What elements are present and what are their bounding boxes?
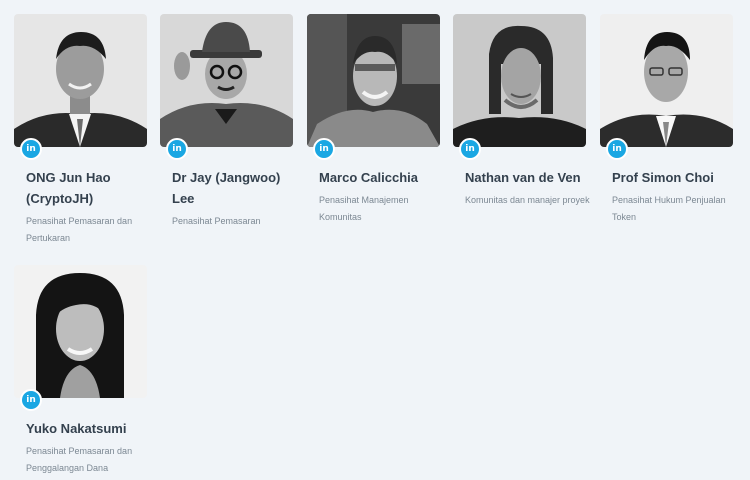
linkedin-icon[interactable]: in [459,138,481,160]
team-card-marco-calicchia: in Marco Calicchia Penasihat Manajemen K… [307,14,441,226]
avatar-photo: in [160,14,293,160]
member-name: Nathan van de Ven [465,170,581,185]
avatar-photo: in [307,14,440,160]
member-name: Prof Simon Choi [612,170,714,185]
avatar-photo: in [600,14,733,160]
linkedin-icon[interactable]: in [20,138,42,160]
member-role: Penasihat Hukum Penjualan Token [612,195,726,222]
team-card-ong-jun-hao: in ONG Jun Hao (CryptoJH) Penasihat Pema… [14,14,148,247]
linkedin-icon[interactable]: in [166,138,188,160]
member-name: Yuko Nakatsumi [26,421,127,436]
team-card-nathan-van-de-ven: in Nathan van de Ven Komunitas dan manaj… [453,14,590,209]
team-card-yuko-nakatsumi: in Yuko Nakatsumi Penasihat Pemasaran da… [14,265,148,477]
linkedin-icon[interactable]: in [20,389,42,411]
member-role: Penasihat Manajemen Komunitas [319,195,409,222]
member-name: Dr Jay (Jangwoo) Lee [172,170,281,206]
linkedin-icon[interactable]: in [313,138,335,160]
member-role: Penasihat Pemasaran [172,216,261,226]
team-card-dr-jay-lee: in Dr Jay (Jangwoo) Lee Penasihat Pemasa… [160,14,294,230]
linkedin-icon[interactable]: in [606,138,628,160]
avatar-photo: in [14,265,147,411]
member-role: Komunitas dan manajer proyek [465,195,590,205]
member-name: ONG Jun Hao (CryptoJH) [26,170,111,206]
member-role: Penasihat Pemasaran dan Pertukaran [26,216,133,243]
avatar-photo: in [453,14,586,160]
member-name: Marco Calicchia [319,170,418,185]
team-card-prof-simon-choi: in Prof Simon Choi Penasihat Hukum Penju… [600,14,734,226]
member-role: Penasihat Pemasaran dan Penggalangan Dan… [26,446,133,473]
avatar-photo: in [14,14,147,160]
